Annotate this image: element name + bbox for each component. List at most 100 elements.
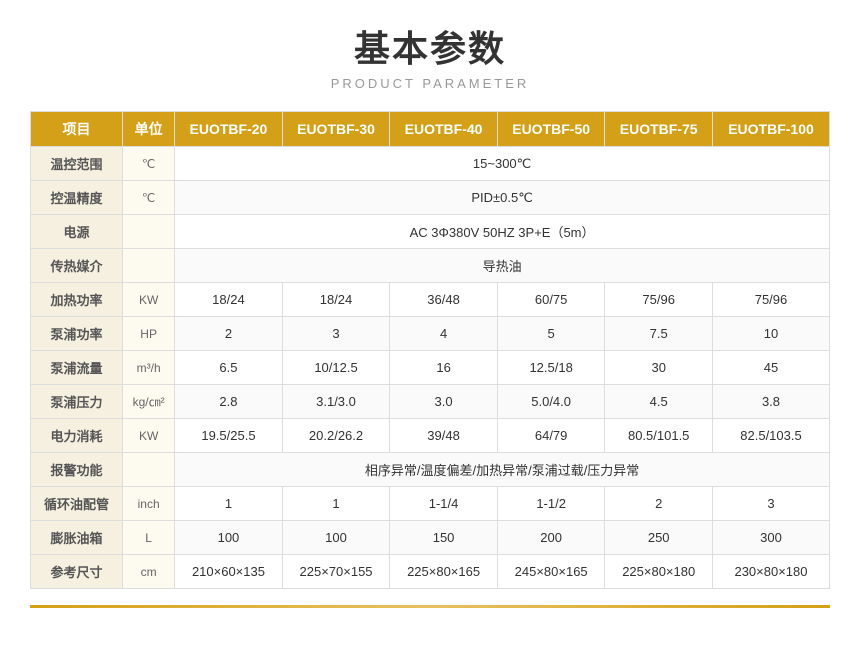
row-colspan-value: 相序异常/温度偏差/加热异常/泵浦过载/压力异常 <box>175 453 830 487</box>
row-value: 245×80×165 <box>497 555 605 589</box>
table-row: 传热媒介 导热油 <box>31 249 830 283</box>
table-row: 加热功率KW18/2418/2436/4860/7575/9675/96 <box>31 283 830 317</box>
row-value: 1-1/2 <box>497 487 605 521</box>
table-row: 温控范围℃15~300℃ <box>31 147 830 181</box>
table-row: 电力消耗KW19.5/25.520.2/26.239/4864/7980.5/1… <box>31 419 830 453</box>
row-colspan-value: 导热油 <box>175 249 830 283</box>
row-value: 100 <box>282 521 390 555</box>
table-header-cell: EUOTBF-20 <box>175 112 283 147</box>
page-title: 基本参数 <box>354 20 506 72</box>
table-row: 控温精度℃PID±0.5℃ <box>31 181 830 215</box>
row-value: 64/79 <box>497 419 605 453</box>
row-value: 10 <box>712 317 829 351</box>
row-value: 300 <box>712 521 829 555</box>
row-label: 温控范围 <box>31 147 123 181</box>
table-header-cell: 项目 <box>31 112 123 147</box>
row-value: 210×60×135 <box>175 555 283 589</box>
row-value: 75/96 <box>605 283 713 317</box>
table-header: 项目单位EUOTBF-20EUOTBF-30EUOTBF-40EUOTBF-50… <box>31 112 830 147</box>
row-value: 3 <box>282 317 390 351</box>
row-label: 控温精度 <box>31 181 123 215</box>
row-value: 6.5 <box>175 351 283 385</box>
row-value: 3.1/3.0 <box>282 385 390 419</box>
row-label: 泵浦压力 <box>31 385 123 419</box>
row-unit: kg/㎝² <box>123 385 175 419</box>
row-value: 3.8 <box>712 385 829 419</box>
row-label: 加热功率 <box>31 283 123 317</box>
row-value: 225×80×165 <box>390 555 498 589</box>
table-row: 参考尺寸cm210×60×135225×70×155225×80×165245×… <box>31 555 830 589</box>
row-unit: cm <box>123 555 175 589</box>
row-label: 泵浦流量 <box>31 351 123 385</box>
row-colspan-value: AC 3Φ380V 50HZ 3P+E（5m） <box>175 215 830 249</box>
table-header-cell: EUOTBF-100 <box>712 112 829 147</box>
row-value: 19.5/25.5 <box>175 419 283 453</box>
row-value: 39/48 <box>390 419 498 453</box>
row-value: 3.0 <box>390 385 498 419</box>
row-value: 225×70×155 <box>282 555 390 589</box>
row-value: 7.5 <box>605 317 713 351</box>
row-value: 30 <box>605 351 713 385</box>
table-header-cell: EUOTBF-30 <box>282 112 390 147</box>
row-unit: KW <box>123 419 175 453</box>
table-row: 膨胀油箱L100100150200250300 <box>31 521 830 555</box>
row-value: 80.5/101.5 <box>605 419 713 453</box>
parameter-table: 项目单位EUOTBF-20EUOTBF-30EUOTBF-40EUOTBF-50… <box>30 111 830 589</box>
row-value: 36/48 <box>390 283 498 317</box>
table-header-cell: EUOTBF-75 <box>605 112 713 147</box>
row-label: 循环油配管 <box>31 487 123 521</box>
page-subtitle: PRODUCT PARAMETER <box>331 76 530 91</box>
row-value: 18/24 <box>175 283 283 317</box>
row-label: 报警功能 <box>31 453 123 487</box>
row-value: 2.8 <box>175 385 283 419</box>
row-value: 20.2/26.2 <box>282 419 390 453</box>
row-value: 3 <box>712 487 829 521</box>
table-header-cell: EUOTBF-50 <box>497 112 605 147</box>
row-label: 泵浦功率 <box>31 317 123 351</box>
row-unit: ℃ <box>123 181 175 215</box>
row-value: 45 <box>712 351 829 385</box>
table-row: 循环油配管inch111-1/41-1/223 <box>31 487 830 521</box>
row-value: 82.5/103.5 <box>712 419 829 453</box>
row-value: 2 <box>605 487 713 521</box>
row-label: 传热媒介 <box>31 249 123 283</box>
row-value: 4 <box>390 317 498 351</box>
row-value: 10/12.5 <box>282 351 390 385</box>
row-unit: m³/h <box>123 351 175 385</box>
bottom-decorative-line <box>30 605 830 608</box>
row-value: 2 <box>175 317 283 351</box>
row-value: 250 <box>605 521 713 555</box>
row-colspan-value: 15~300℃ <box>175 147 830 181</box>
row-value: 100 <box>175 521 283 555</box>
row-unit: L <box>123 521 175 555</box>
row-value: 12.5/18 <box>497 351 605 385</box>
row-unit: ℃ <box>123 147 175 181</box>
row-value: 225×80×180 <box>605 555 713 589</box>
table-row: 泵浦流量m³/h6.510/12.51612.5/183045 <box>31 351 830 385</box>
row-colspan-value: PID±0.5℃ <box>175 181 830 215</box>
row-unit: KW <box>123 283 175 317</box>
row-value: 230×80×180 <box>712 555 829 589</box>
row-value: 4.5 <box>605 385 713 419</box>
row-value: 5.0/4.0 <box>497 385 605 419</box>
row-value: 16 <box>390 351 498 385</box>
table-row: 泵浦功率HP23457.510 <box>31 317 830 351</box>
row-value: 1 <box>282 487 390 521</box>
row-label: 膨胀油箱 <box>31 521 123 555</box>
row-unit <box>123 453 175 487</box>
row-value: 1 <box>175 487 283 521</box>
row-value: 200 <box>497 521 605 555</box>
row-unit: inch <box>123 487 175 521</box>
row-value: 18/24 <box>282 283 390 317</box>
row-value: 5 <box>497 317 605 351</box>
row-value: 60/75 <box>497 283 605 317</box>
row-value: 1-1/4 <box>390 487 498 521</box>
table-header-cell: EUOTBF-40 <box>390 112 498 147</box>
table-row: 报警功能 相序异常/温度偏差/加热异常/泵浦过载/压力异常 <box>31 453 830 487</box>
row-value: 75/96 <box>712 283 829 317</box>
row-unit: HP <box>123 317 175 351</box>
table-row: 电源AC 3Φ380V 50HZ 3P+E（5m） <box>31 215 830 249</box>
row-unit <box>123 215 175 249</box>
table-header-cell: 单位 <box>123 112 175 147</box>
table-row: 泵浦压力kg/㎝²2.83.1/3.03.05.0/4.04.53.8 <box>31 385 830 419</box>
